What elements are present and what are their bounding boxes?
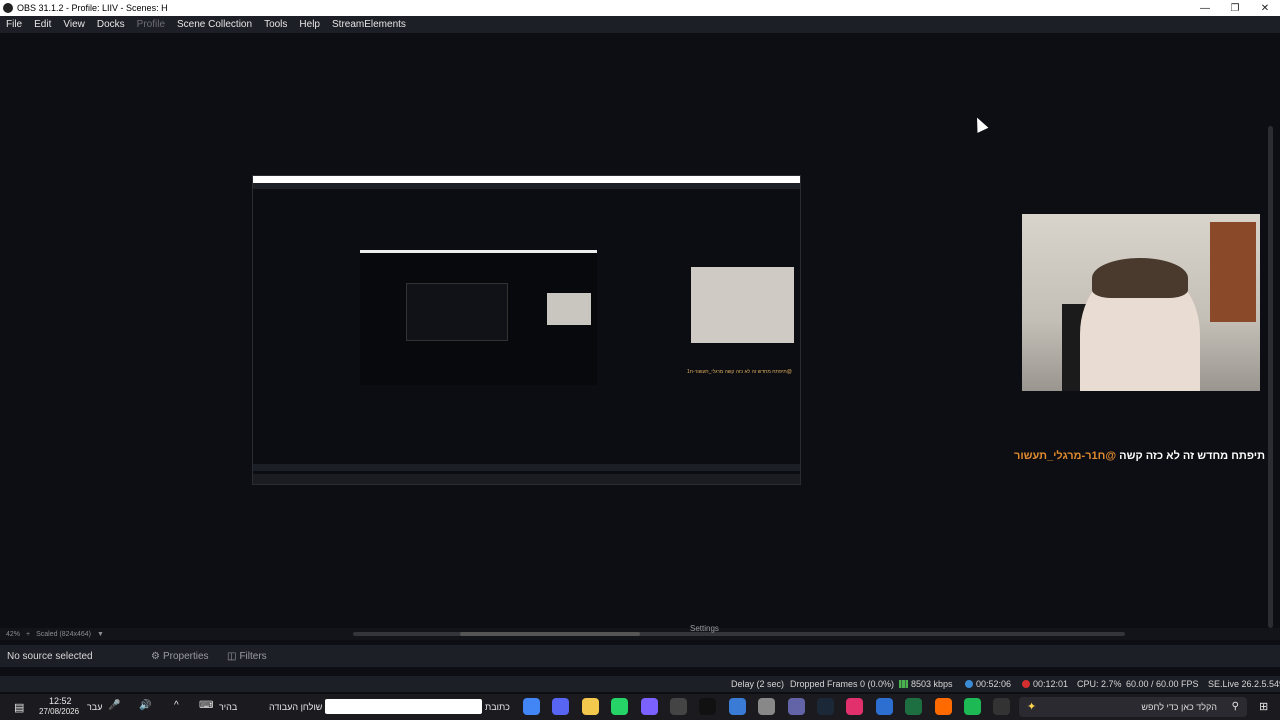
teams-icon[interactable] xyxy=(787,698,805,715)
copilot-icon[interactable] xyxy=(640,698,658,715)
dropped-frames: Dropped Frames 0 (0.0%) xyxy=(790,679,895,689)
recording-time: 00:12:01 xyxy=(1022,679,1068,689)
chrome-icon[interactable] xyxy=(523,698,540,715)
scaled-label: Scaled (824x464) xyxy=(36,630,91,638)
desktop-toolbar-label[interactable]: שולחן העבודה xyxy=(269,702,322,712)
notification-icon[interactable]: ▤ xyxy=(14,701,24,714)
chevron-up-icon[interactable]: ^ xyxy=(174,700,179,711)
calculator-icon[interactable] xyxy=(875,698,893,715)
menu-file[interactable]: File xyxy=(0,19,28,30)
menu-bar: File Edit View Docks Profile Scene Collection… xyxy=(0,16,1280,33)
fps-status: 60.00 / 60.00 FPS xyxy=(1126,679,1199,689)
preview-vertical-scrollbar[interactable] xyxy=(1268,126,1273,628)
clock-time[interactable]: 12:52 xyxy=(49,696,72,706)
clock-date[interactable]: 27/08/2026 xyxy=(39,707,79,716)
gear-icon: ⚙ xyxy=(151,650,160,662)
status-bar: Delay (2 sec) Dropped Frames 0 (0.0%) 85… xyxy=(0,676,1280,692)
zoom-toolbar: 42% + Scaled (824x464) ▼ Settings xyxy=(0,624,1280,640)
menu-tools[interactable]: Tools xyxy=(258,19,293,30)
epic-icon[interactable] xyxy=(993,698,1011,715)
restore-button[interactable]: ❐ xyxy=(1220,0,1250,16)
filters-button[interactable]: ◫ Filters xyxy=(227,651,267,662)
language-indicator[interactable]: עבר xyxy=(87,702,102,712)
menu-profile[interactable]: Profile xyxy=(131,19,171,30)
nested-webcam xyxy=(691,267,794,343)
obs-app-icon xyxy=(3,3,13,13)
nested-chat-text: תיפתח מחדש זה לא כזה קשה מרגלי_תעשור-ח1@ xyxy=(687,369,792,375)
chat-overlay: תיפתח מחדש זה לא כזה קשה @ח1ר-מרגלי_תעשו… xyxy=(1014,450,1273,462)
address-label: כתובת xyxy=(485,702,510,712)
title-bar: OBS 31.1.2 - Profile: LIIV - Scenes: H —… xyxy=(0,0,1280,16)
speaker-icon[interactable]: 🔊 xyxy=(139,700,151,711)
steelseries-icon[interactable] xyxy=(934,698,952,715)
copilot-sparkle-icon: ✦ xyxy=(1027,701,1037,713)
obs-icon[interactable] xyxy=(670,698,687,715)
settings-label[interactable]: Settings xyxy=(690,624,719,633)
menu-scene-collection[interactable]: Scene Collection xyxy=(171,19,258,30)
delay-status: Delay (2 sec) xyxy=(731,679,785,689)
windows-taskbar: ▤ 12:52 27/08/2026 עבר 🎤 🔊 ^ ⌨ בהיר שולח… xyxy=(0,694,1280,720)
mic-icon[interactable]: 🎤 xyxy=(108,700,120,711)
chat-message: תיפתח מחדש זה לא כזה קשה xyxy=(1119,450,1265,462)
webcam-source xyxy=(1022,214,1260,391)
search-icon: ⚲ xyxy=(1231,701,1239,712)
zoom-level[interactable]: 42% xyxy=(6,631,20,638)
source-context-bar: No source selected ⚙ Properties ◫ Filter… xyxy=(0,645,1280,667)
bright-label[interactable]: בהיר xyxy=(219,702,237,712)
menu-view[interactable]: View xyxy=(57,19,91,30)
bitrate-status: 8503 kbps xyxy=(899,679,953,689)
menu-edit[interactable]: Edit xyxy=(28,19,57,30)
properties-button[interactable]: ⚙ Properties xyxy=(151,651,209,662)
scrollbar-thumb[interactable] xyxy=(460,632,640,636)
window-title: OBS 31.1.2 - Profile: LIIV - Scenes: H xyxy=(17,3,168,13)
browser-icon[interactable] xyxy=(758,698,776,715)
nested-preview-capture: תיפתח מחדש זה לא כזה קשה מרגלי_תעשור-ח1@ xyxy=(252,175,801,485)
version-label: SE.Live 26.2.5.549 xyxy=(1208,679,1280,689)
spotify-icon[interactable] xyxy=(964,698,981,715)
notepad-icon[interactable] xyxy=(728,698,746,715)
no-source-label: No source selected xyxy=(7,650,93,662)
instagram-icon[interactable] xyxy=(846,698,864,715)
dropdown-icon[interactable]: ▼ xyxy=(97,631,104,638)
menu-streamelements[interactable]: StreamElements xyxy=(326,19,412,30)
keyboard-icon[interactable]: ⌨ xyxy=(199,700,213,711)
address-input[interactable] xyxy=(325,699,482,714)
menu-docks[interactable]: Docks xyxy=(91,19,131,30)
folder-icon[interactable] xyxy=(581,698,599,715)
whatsapp-icon[interactable] xyxy=(611,698,629,715)
cpu-usage: CPU: 2.7% xyxy=(1077,679,1122,689)
stream-icon xyxy=(965,680,973,688)
search-placeholder: הקלד כאן כדי לחפש xyxy=(1141,702,1217,712)
windows-start-icon[interactable]: ⊞ xyxy=(1259,700,1268,713)
steam-icon[interactable] xyxy=(817,698,834,715)
filter-icon: ◫ xyxy=(227,650,237,662)
minimize-button[interactable]: — xyxy=(1190,0,1220,16)
chat-username: @ח1ר-מרגלי_תעשור xyxy=(1014,450,1117,462)
signal-icon xyxy=(899,680,908,688)
taskbar-search-box[interactable]: ✦ הקלד כאן כדי לחפש ⚲ xyxy=(1019,697,1247,717)
discord-icon[interactable] xyxy=(552,698,570,715)
excel-icon[interactable] xyxy=(905,698,923,715)
stream-time: 00:52:06 xyxy=(965,679,1011,689)
capcut-icon[interactable] xyxy=(699,698,717,715)
close-button[interactable]: ✕ xyxy=(1250,0,1280,16)
menu-help[interactable]: Help xyxy=(293,19,326,30)
zoom-in-icon[interactable]: + xyxy=(26,631,30,638)
record-icon xyxy=(1022,680,1030,688)
